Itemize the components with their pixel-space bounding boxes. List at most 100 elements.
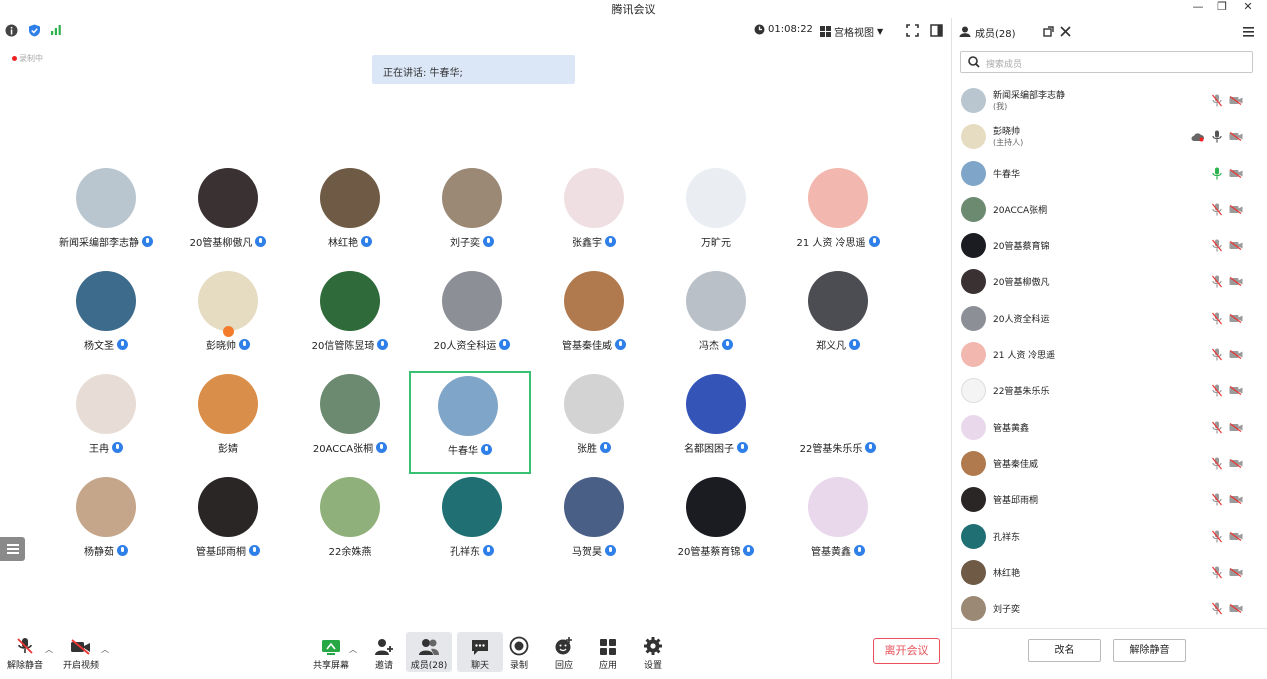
participant-tile[interactable]: 新闻采编部李志静 xyxy=(45,168,167,270)
camera-off-icon[interactable] xyxy=(1229,604,1243,614)
participant-tile[interactable]: 张鑫宇 xyxy=(533,168,655,270)
camera-off-icon[interactable] xyxy=(1229,241,1243,251)
video-options-chevron-icon[interactable]: ︿ xyxy=(101,644,109,655)
menu-icon[interactable] xyxy=(1243,27,1254,37)
participant-tile[interactable]: 管基黄鑫 xyxy=(777,477,899,579)
participant-tile[interactable]: 彭婧 xyxy=(167,374,289,476)
member-row[interactable]: 新闻采编部李志静 (我) xyxy=(952,82,1267,118)
sidebar-toggle-icon[interactable] xyxy=(930,24,943,37)
participant-tile[interactable]: 郑义凡 xyxy=(777,271,899,373)
participant-tile[interactable]: 管基邱雨桐 xyxy=(167,477,289,579)
camera-off-icon[interactable] xyxy=(1229,277,1243,287)
unmute-all-button[interactable]: 解除静音 xyxy=(1113,639,1186,662)
mic-muted-icon[interactable] xyxy=(1212,566,1222,579)
member-row[interactable]: 牛春华 xyxy=(952,155,1267,191)
member-row[interactable]: 管基邱雨桐 xyxy=(952,481,1267,517)
participant-tile[interactable]: 彭晓帅 xyxy=(167,271,289,373)
participant-tile[interactable]: 王冉 xyxy=(45,374,167,476)
share-options-chevron-icon[interactable]: ︿ xyxy=(349,644,357,655)
participant-tile[interactable]: 孔祥东 xyxy=(411,477,533,579)
invite-button[interactable]: 邀请 xyxy=(361,632,407,672)
participant-tile[interactable]: 22管基朱乐乐 xyxy=(777,374,899,476)
mic-muted-icon[interactable] xyxy=(1212,384,1222,397)
camera-off-icon[interactable] xyxy=(1229,350,1243,360)
participant-tile[interactable]: 22余姝燕 xyxy=(289,477,411,579)
participant-tile[interactable]: 杨文圣 xyxy=(45,271,167,373)
mic-muted-icon[interactable] xyxy=(1212,348,1222,361)
start-video-button[interactable]: 开启视频 xyxy=(58,632,104,672)
participant-tile[interactable]: 名都困困子 xyxy=(655,374,777,476)
participant-tile[interactable]: 张胜 xyxy=(533,374,655,476)
member-row[interactable]: 管基黄鑫 xyxy=(952,409,1267,445)
fullscreen-icon[interactable] xyxy=(906,24,919,37)
camera-off-icon[interactable] xyxy=(1229,422,1243,432)
rename-button[interactable]: 改名 xyxy=(1028,639,1101,662)
view-mode-select[interactable]: 宫格视图 ▼ xyxy=(820,24,883,39)
participant-tile[interactable]: 牛春华 xyxy=(409,371,531,474)
apps-button[interactable]: 应用 xyxy=(585,632,631,672)
member-row[interactable]: 刘子奕 xyxy=(952,590,1267,626)
camera-off-icon[interactable] xyxy=(1229,567,1243,577)
member-row[interactable]: 20ACCA张桐 xyxy=(952,191,1267,227)
participant-tile[interactable]: 冯杰 xyxy=(655,271,777,373)
mic-muted-icon[interactable] xyxy=(1212,530,1222,543)
record-button[interactable]: 录制 xyxy=(496,632,542,672)
leave-meeting-button[interactable]: 离开会议 xyxy=(873,638,940,664)
participant-tile[interactable]: 杨静茹 xyxy=(45,477,167,579)
camera-off-icon[interactable] xyxy=(1229,386,1243,396)
participant-tile[interactable]: 20ACCA张桐 xyxy=(289,374,411,476)
security-shield-icon[interactable] xyxy=(28,24,41,37)
camera-off-icon[interactable] xyxy=(1229,458,1243,468)
camera-off-icon[interactable] xyxy=(1229,495,1243,505)
signal-icon[interactable] xyxy=(50,24,62,36)
camera-off-icon[interactable] xyxy=(1229,313,1243,323)
member-row[interactable]: 22管基朱乐乐 xyxy=(952,372,1267,408)
mic-muted-icon[interactable] xyxy=(1212,457,1222,470)
member-row[interactable]: 21 人资 冷思遥 xyxy=(952,336,1267,372)
minimize-button[interactable]: — xyxy=(1187,0,1209,14)
camera-off-icon[interactable] xyxy=(1229,132,1243,142)
mic-muted-icon[interactable] xyxy=(1212,602,1222,615)
camera-off-icon[interactable] xyxy=(1229,96,1243,105)
camera-off-icon[interactable] xyxy=(1229,204,1243,214)
settings-button[interactable]: 设置 xyxy=(630,632,676,672)
close-button[interactable]: ✕ xyxy=(1237,0,1259,14)
members-button[interactable]: 成员(28) xyxy=(406,632,452,672)
popout-icon[interactable] xyxy=(1043,26,1054,37)
mic-muted-icon[interactable] xyxy=(1212,94,1222,107)
audio-options-chevron-icon[interactable]: ︿ xyxy=(45,644,53,655)
close-icon[interactable] xyxy=(1060,26,1071,37)
member-row[interactable]: 20管基蔡育锦 xyxy=(952,227,1267,263)
participant-tile[interactable]: 20人资全科运 xyxy=(411,271,533,373)
mic-muted-icon[interactable] xyxy=(1212,203,1222,216)
member-search-input[interactable]: 搜索成员 xyxy=(960,51,1253,73)
participant-tile[interactable]: 20信管陈昱琦 xyxy=(289,271,411,373)
camera-off-icon[interactable] xyxy=(1229,531,1243,541)
mic-icon[interactable] xyxy=(1212,130,1222,143)
member-row[interactable]: 20人资全科运 xyxy=(952,300,1267,336)
member-row[interactable]: 林红艳 xyxy=(952,554,1267,590)
participant-tile[interactable]: 万旷元 xyxy=(655,168,777,270)
member-row[interactable]: 管基秦佳威 xyxy=(952,445,1267,481)
mic-muted-icon[interactable] xyxy=(1212,493,1222,506)
participant-tile[interactable]: 管基秦佳威 xyxy=(533,271,655,373)
participant-tile[interactable]: 马贺昊 xyxy=(533,477,655,579)
mic-icon[interactable] xyxy=(1212,167,1222,180)
camera-off-icon[interactable] xyxy=(1229,168,1243,178)
participant-tile[interactable]: 20管基蔡育锦 xyxy=(655,477,777,579)
share-screen-button[interactable]: 共享屏幕 xyxy=(308,632,354,672)
mic-muted-icon[interactable] xyxy=(1212,239,1222,252)
member-row[interactable]: 彭晓帅 (主持人) xyxy=(952,118,1267,154)
react-button[interactable]: 回应 xyxy=(541,632,587,672)
unmute-button[interactable]: 解除静音 xyxy=(2,632,48,672)
member-row[interactable]: 孔祥东 xyxy=(952,518,1267,554)
mic-muted-icon[interactable] xyxy=(1212,421,1222,434)
participant-tile[interactable]: 刘子奕 xyxy=(411,168,533,270)
member-row[interactable]: 20管基柳傲凡 xyxy=(952,263,1267,299)
participant-tile[interactable]: 21 人资 冷思遥 xyxy=(777,168,899,270)
list-toggle-button[interactable] xyxy=(0,537,25,561)
participant-tile[interactable]: 20管基柳傲凡 xyxy=(167,168,289,270)
info-icon[interactable] xyxy=(5,24,18,37)
mic-muted-icon[interactable] xyxy=(1212,312,1222,325)
mic-muted-icon[interactable] xyxy=(1212,275,1222,288)
